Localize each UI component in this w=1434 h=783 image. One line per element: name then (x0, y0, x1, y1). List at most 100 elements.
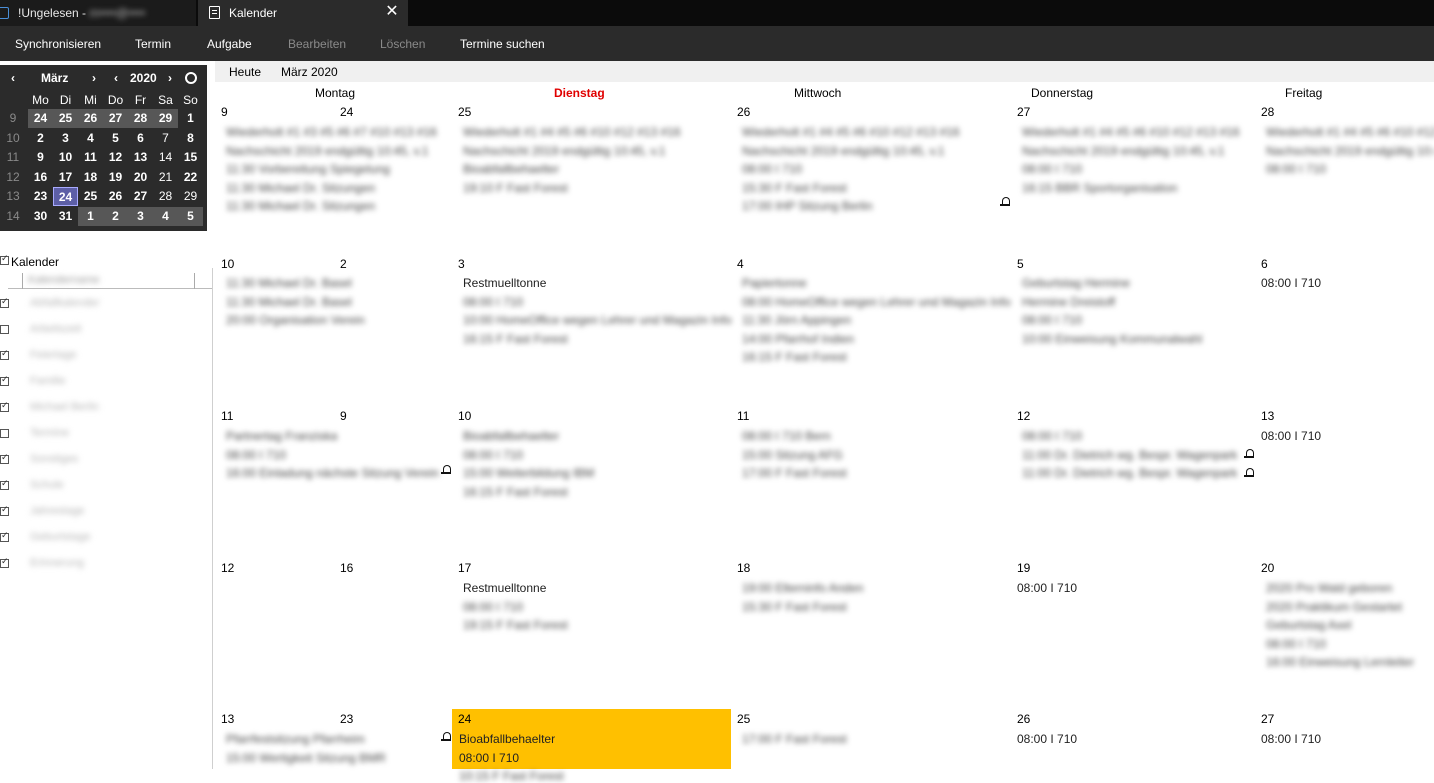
calendar-event[interactable]: 08:00 I 710 (1022, 162, 1082, 176)
calendar-event[interactable]: 08:00 I 710 (463, 448, 523, 462)
calendar-event[interactable]: Bioabfallbehaelter (463, 429, 559, 443)
calendar-event[interactable]: 11:00 Dr. Dietrich wg. Bespr. Wagenpark (1022, 448, 1237, 462)
calendar-event[interactable]: 2020 Praktikum Gestartet (1266, 600, 1402, 614)
calendar-event[interactable]: 11:30 Michael Dr. Sitzungen (226, 199, 375, 213)
calendar-checkbox[interactable] (0, 374, 9, 386)
mini-day[interactable]: 28 (153, 187, 178, 206)
mini-day[interactable]: 28 (128, 109, 153, 128)
calendar-event[interactable]: 2020 Pro Wald geboren (1266, 581, 1392, 595)
day-number[interactable]: 27 (1017, 105, 1030, 119)
mini-day[interactable]: 24 (28, 109, 53, 128)
calendar-all-checkbox[interactable] (0, 253, 9, 265)
calendar-event[interactable]: 17:00 F Fast Forest (742, 466, 847, 480)
calendar-list-item[interactable]: Feiertage (0, 348, 212, 367)
calendar-list-item[interactable]: Geburtstage (0, 530, 212, 549)
calendar-list-item[interactable]: Schule (0, 478, 212, 497)
calendar-event[interactable]: 10:15 F Fast Forest (459, 769, 564, 783)
mini-day[interactable]: 19 (103, 168, 128, 187)
calendar-checkbox[interactable] (0, 452, 9, 464)
calendar-event[interactable]: Partnertag Franziska (226, 429, 337, 443)
mini-day[interactable]: 2 (103, 206, 128, 226)
mini-day[interactable]: 13 (128, 148, 153, 167)
day-number[interactable]: 20 (1261, 561, 1274, 575)
mini-day[interactable]: 20 (128, 168, 153, 187)
day-number[interactable]: 9 (340, 409, 347, 423)
calendar-event[interactable]: Wiederholt #1 #4 #5 #6 #10 #12 #13 #16 (742, 125, 960, 139)
calendar-event[interactable]: 16:15 BBR Sportorganisation (1022, 181, 1177, 195)
calendar-event[interactable]: 11:00 Dr. Dietrich wg. Bespr. Wagenpark (1022, 466, 1237, 480)
calendar-event[interactable]: Wiederholt #1 #4 #5 #6 #10 #12 #13 #16 (1266, 125, 1434, 139)
mini-day[interactable]: 18 (78, 168, 103, 187)
mini-day[interactable]: 23 (28, 187, 53, 206)
calendar-event[interactable]: Hermine Dreistoff (1022, 295, 1115, 309)
mini-day[interactable]: 27 (103, 109, 128, 128)
mini-day[interactable]: 27 (128, 187, 153, 206)
calendar-event[interactable]: 08:00 I 710 (1266, 162, 1326, 176)
mini-day[interactable]: 15 (178, 148, 203, 167)
mini-day[interactable]: 9 (28, 148, 53, 167)
calendar-event[interactable]: 08:00 I 710 (1022, 313, 1082, 327)
mini-day[interactable]: 17 (53, 168, 78, 187)
calendar-list-item[interactable]: Abfallkalender (0, 296, 212, 315)
day-number[interactable]: 10 (458, 409, 471, 423)
day-number[interactable]: 18 (737, 561, 750, 575)
mini-day[interactable]: 4 (78, 129, 103, 148)
mini-day[interactable]: 25 (78, 187, 103, 206)
calendar-list-item[interactable]: Michael Berlin (0, 400, 212, 419)
calendar-event[interactable]: 08:00 I 710 (463, 295, 523, 309)
calendar-event[interactable]: 15:30 F Fast Forest (742, 600, 847, 614)
mini-day[interactable]: 16 (28, 168, 53, 187)
calendar-event[interactable]: 11:30 Vorbereitung Spiegelung (226, 162, 390, 176)
today-circle-icon[interactable] (185, 72, 197, 84)
calendar-event[interactable]: 11:30 Jörn Appingen (742, 313, 851, 327)
calendar-event[interactable]: 08:00 I 710 (1266, 637, 1326, 651)
mini-day[interactable]: 14 (153, 148, 178, 167)
calendar-event[interactable]: 17:00 F Fast Forest (742, 732, 847, 746)
calendar-checkbox[interactable] (0, 530, 9, 542)
calendar-checkbox[interactable] (0, 478, 9, 490)
calendar-event[interactable]: 15:00 Sitzung AFG (742, 448, 843, 462)
mini-day[interactable]: 11 (78, 148, 103, 167)
edit-button[interactable]: Bearbeiten (288, 37, 346, 51)
mini-day[interactable]: 26 (78, 109, 103, 128)
day-number[interactable]: 24 (458, 712, 471, 726)
day-number[interactable]: 25 (737, 712, 750, 726)
calendar-event[interactable]: 11:30 Michael Dr. Basel (226, 295, 352, 309)
mini-day[interactable]: 25 (53, 109, 78, 128)
mini-day[interactable]: 21 (153, 168, 178, 187)
calendar-event[interactable]: Nachschicht 2019 endgültig 10:45, v.1 (226, 144, 429, 158)
calendar-event[interactable]: 11:30 Michael Dr. Sitzungen (226, 181, 375, 195)
calendar-event[interactable]: 08:00 I 710 (742, 162, 802, 176)
day-number[interactable]: 12 (1017, 409, 1030, 423)
calendar-event[interactable]: 08:00 I 710 (1261, 276, 1321, 290)
calendar-list-item[interactable]: Familie (0, 374, 212, 393)
calendar-event[interactable]: 08:00 I 710 Bern (742, 429, 831, 443)
day-number[interactable]: 2 (340, 257, 347, 271)
calendar-event[interactable]: Pfarrfestsitzung Pfarrheim (226, 732, 365, 746)
calendar-event[interactable]: 19:15 F Fast Forest (463, 618, 568, 632)
calendar-event[interactable]: Geburtstag Axel (1266, 618, 1351, 632)
calendar-checkbox[interactable] (0, 400, 9, 412)
calendar-list-item[interactable]: Sonstiges (0, 452, 212, 471)
calendar-event[interactable]: 16:00 Einweisung Lernleiter (1266, 655, 1414, 669)
calendar-checkbox[interactable] (0, 325, 9, 334)
calendar-checkbox[interactable] (0, 296, 9, 308)
calendar-name-column[interactable]: Kalendername (28, 274, 100, 286)
mini-day[interactable]: 3 (53, 129, 78, 148)
task-button[interactable]: Aufgabe (207, 37, 252, 51)
day-number[interactable]: 3 (458, 257, 465, 271)
mini-day[interactable]: 5 (178, 206, 203, 226)
calendar-event[interactable]: Papiertonne (742, 276, 807, 290)
calendar-event[interactable]: Nachschicht 2019 endgültig 10:45, v.1 (1266, 144, 1434, 158)
calendar-event[interactable]: 17:00 IHP Sitzung Berlin (742, 199, 873, 213)
calendar-list-item[interactable]: Jahrestage (0, 504, 212, 523)
mini-day[interactable]: 30 (28, 207, 53, 226)
mini-day[interactable]: 4 (153, 206, 178, 226)
calendar-event[interactable]: 16:15 F Fast Forest (463, 485, 568, 499)
day-number[interactable]: 23 (340, 712, 353, 726)
calendar-event[interactable]: 08:00 I 710 (226, 448, 286, 462)
day-number[interactable]: 13 (1261, 409, 1274, 423)
calendar-event[interactable]: 15:00 Weiterbildung IBM (463, 466, 594, 480)
calendar-event[interactable]: Nachschicht 2019 endgültig 10:45, v.1 (742, 144, 945, 158)
day-number[interactable]: 28 (1261, 105, 1274, 119)
